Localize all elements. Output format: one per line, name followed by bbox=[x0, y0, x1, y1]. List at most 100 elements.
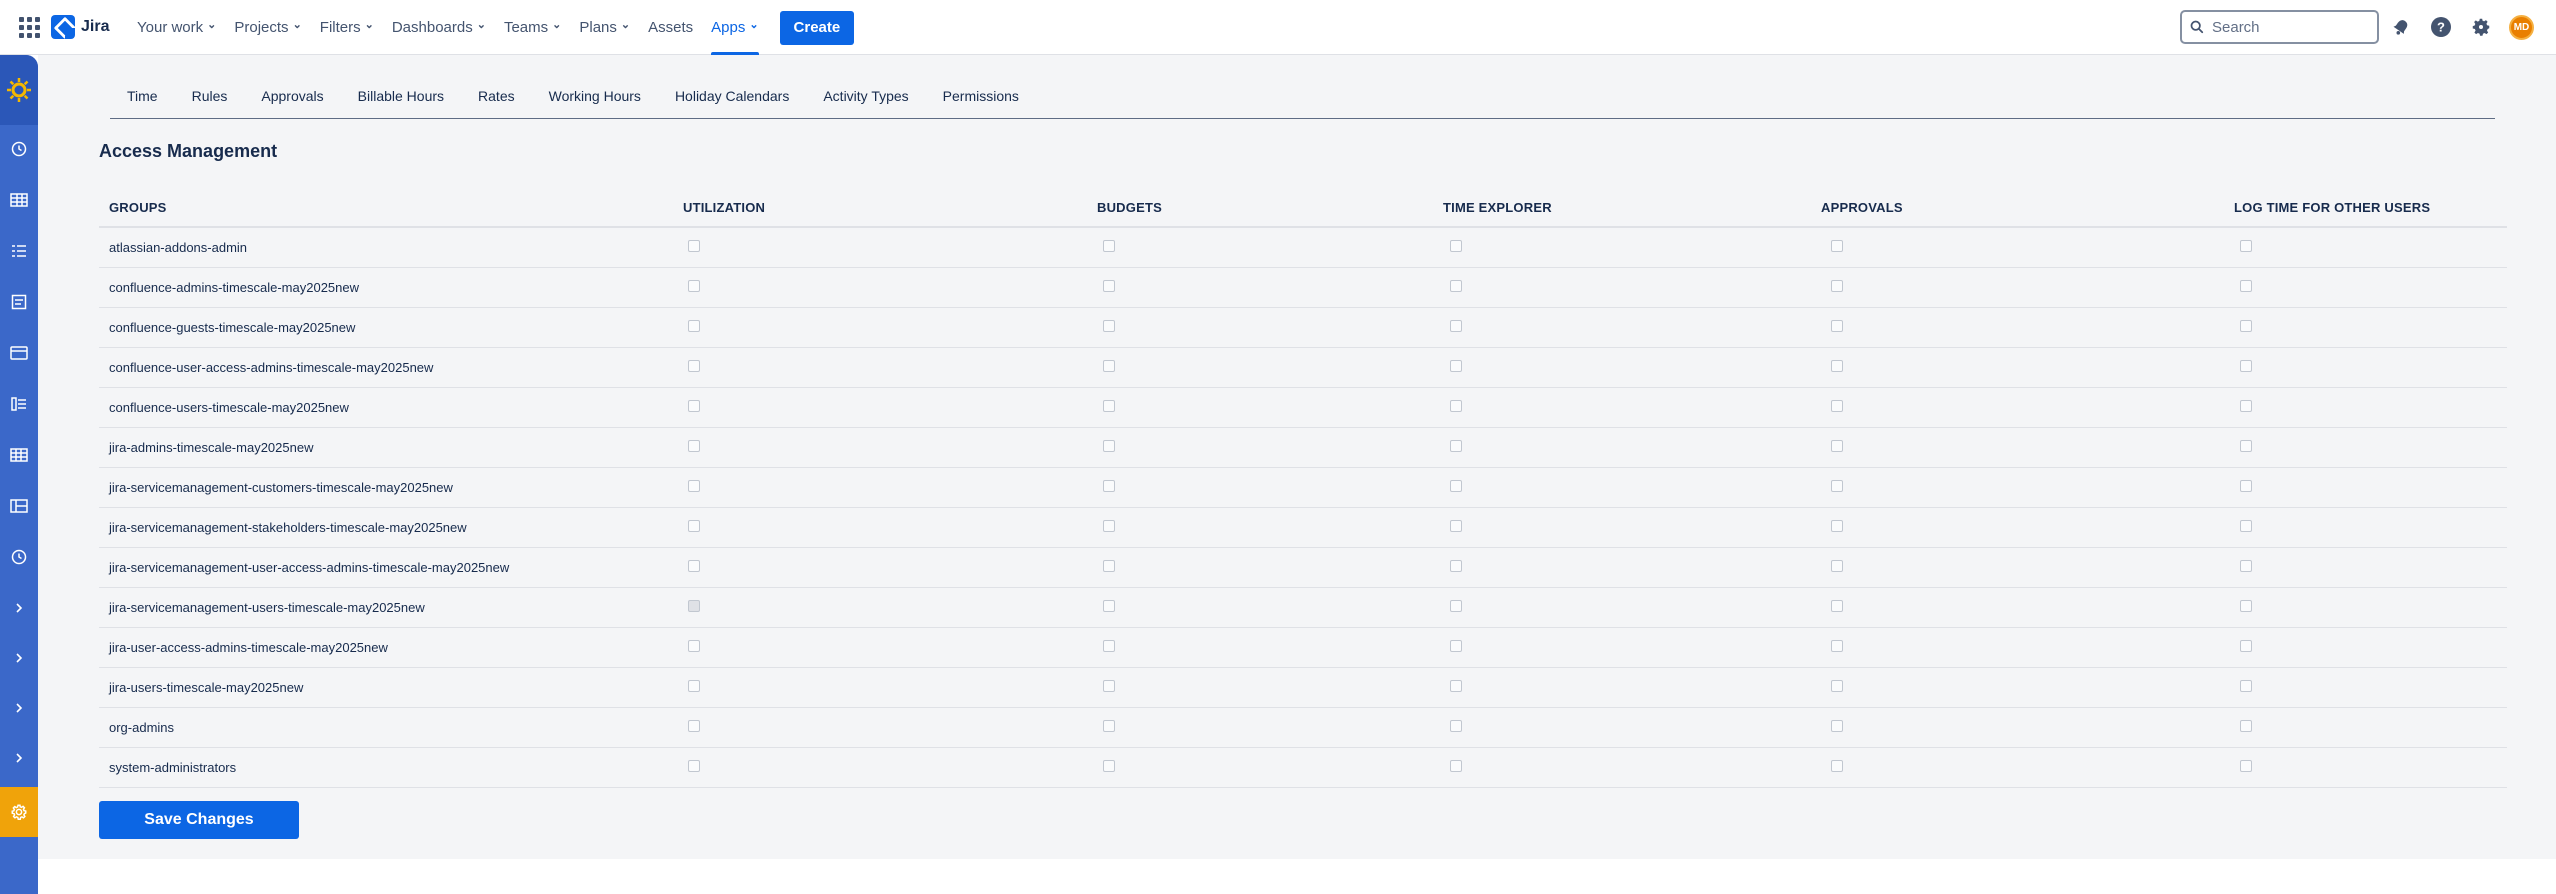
nav-item-plans[interactable]: Plans ⌄ bbox=[570, 0, 639, 55]
permission-checkbox[interactable] bbox=[1450, 599, 1462, 612]
app-settings-button[interactable] bbox=[0, 787, 38, 837]
report-icon[interactable] bbox=[0, 287, 38, 317]
expand-chevron-icon[interactable] bbox=[0, 693, 38, 723]
permission-checkbox[interactable] bbox=[2240, 359, 2252, 372]
permission-checkbox[interactable] bbox=[688, 719, 700, 732]
permission-checkbox[interactable] bbox=[1450, 639, 1462, 652]
nav-item-projects[interactable]: Projects ⌄ bbox=[225, 0, 310, 55]
permission-checkbox[interactable] bbox=[1450, 399, 1462, 412]
permission-checkbox[interactable] bbox=[688, 559, 700, 572]
layout-icon[interactable] bbox=[0, 491, 38, 521]
permission-checkbox[interactable] bbox=[1831, 679, 1843, 692]
list-detail-icon[interactable] bbox=[0, 389, 38, 419]
permission-checkbox[interactable] bbox=[1450, 759, 1462, 772]
expand-chevron-icon[interactable] bbox=[0, 593, 38, 623]
permission-checkbox[interactable] bbox=[1831, 279, 1843, 292]
permission-checkbox[interactable] bbox=[1831, 399, 1843, 412]
nav-item-filters[interactable]: Filters ⌄ bbox=[311, 0, 383, 55]
permission-checkbox[interactable] bbox=[688, 479, 700, 492]
permission-checkbox[interactable] bbox=[1103, 679, 1115, 692]
permission-checkbox[interactable] bbox=[1450, 679, 1462, 692]
permission-checkbox[interactable] bbox=[1103, 479, 1115, 492]
permission-checkbox[interactable] bbox=[2240, 519, 2252, 532]
permission-checkbox[interactable] bbox=[1831, 599, 1843, 612]
nav-item-assets[interactable]: Assets bbox=[639, 0, 702, 55]
settings-gear-icon[interactable] bbox=[2468, 14, 2494, 40]
permission-checkbox[interactable] bbox=[2240, 599, 2252, 612]
permission-checkbox[interactable] bbox=[1831, 319, 1843, 332]
permission-checkbox[interactable] bbox=[1450, 319, 1462, 332]
tab-permissions[interactable]: Permissions bbox=[926, 88, 1036, 104]
permission-checkbox[interactable] bbox=[2240, 479, 2252, 492]
permission-checkbox[interactable] bbox=[1103, 399, 1115, 412]
permission-checkbox[interactable] bbox=[688, 319, 700, 332]
permission-checkbox[interactable] bbox=[2240, 439, 2252, 452]
permission-checkbox[interactable] bbox=[1831, 479, 1843, 492]
expand-chevron-icon[interactable] bbox=[0, 643, 38, 673]
permission-checkbox[interactable] bbox=[1450, 239, 1462, 252]
permission-checkbox[interactable] bbox=[2240, 279, 2252, 292]
permission-checkbox[interactable] bbox=[2240, 719, 2252, 732]
permission-checkbox[interactable] bbox=[1450, 519, 1462, 532]
permission-checkbox[interactable] bbox=[2240, 559, 2252, 572]
list-icon[interactable] bbox=[0, 236, 38, 266]
tab-billable-hours[interactable]: Billable Hours bbox=[341, 88, 461, 104]
notifications-icon[interactable] bbox=[2388, 14, 2414, 40]
permission-checkbox[interactable] bbox=[688, 759, 700, 772]
tab-rules[interactable]: Rules bbox=[175, 88, 245, 104]
permission-checkbox[interactable] bbox=[1103, 319, 1115, 332]
permission-checkbox[interactable] bbox=[1450, 279, 1462, 292]
expand-chevron-icon[interactable] bbox=[0, 743, 38, 773]
nav-item-dashboards[interactable]: Dashboards ⌄ bbox=[383, 0, 495, 55]
permission-checkbox[interactable] bbox=[2240, 759, 2252, 772]
permission-checkbox[interactable] bbox=[688, 439, 700, 452]
clock-icon[interactable] bbox=[0, 134, 38, 164]
permission-checkbox[interactable] bbox=[1103, 559, 1115, 572]
permission-checkbox[interactable] bbox=[1450, 439, 1462, 452]
tab-rates[interactable]: Rates bbox=[461, 88, 532, 104]
app-switcher-icon[interactable] bbox=[17, 15, 41, 39]
permission-checkbox[interactable] bbox=[1450, 479, 1462, 492]
permission-checkbox[interactable] bbox=[1831, 439, 1843, 452]
timer-icon[interactable] bbox=[0, 542, 38, 572]
permission-checkbox[interactable] bbox=[1103, 359, 1115, 372]
permission-checkbox[interactable] bbox=[1450, 359, 1462, 372]
permission-checkbox[interactable] bbox=[688, 639, 700, 652]
permission-checkbox[interactable] bbox=[688, 519, 700, 532]
permission-checkbox[interactable] bbox=[1103, 519, 1115, 532]
help-icon[interactable]: ? bbox=[2428, 14, 2454, 40]
permission-checkbox[interactable] bbox=[688, 679, 700, 692]
search-box[interactable] bbox=[2180, 10, 2379, 44]
permission-checkbox[interactable] bbox=[1450, 559, 1462, 572]
permission-checkbox[interactable] bbox=[1831, 239, 1843, 252]
permission-checkbox[interactable] bbox=[688, 239, 700, 252]
grid-table-icon[interactable] bbox=[0, 185, 38, 215]
tab-activity-types[interactable]: Activity Types bbox=[806, 88, 925, 104]
permission-checkbox[interactable] bbox=[2240, 239, 2252, 252]
tab-approvals[interactable]: Approvals bbox=[244, 88, 340, 104]
permission-checkbox[interactable] bbox=[1103, 239, 1115, 252]
permission-checkbox[interactable] bbox=[688, 359, 700, 372]
tab-holiday-calendars[interactable]: Holiday Calendars bbox=[658, 88, 806, 104]
permission-checkbox[interactable] bbox=[2240, 399, 2252, 412]
card-icon[interactable] bbox=[0, 338, 38, 368]
permission-checkbox[interactable] bbox=[1103, 439, 1115, 452]
permission-checkbox[interactable] bbox=[1831, 359, 1843, 372]
create-button[interactable]: Create bbox=[779, 10, 855, 45]
permission-checkbox[interactable] bbox=[1103, 599, 1115, 612]
user-avatar[interactable]: MD bbox=[2509, 15, 2534, 40]
permission-checkbox[interactable] bbox=[1831, 639, 1843, 652]
permission-checkbox[interactable] bbox=[2240, 319, 2252, 332]
permission-checkbox[interactable] bbox=[688, 279, 700, 292]
tab-working-hours[interactable]: Working Hours bbox=[532, 88, 658, 104]
permission-checkbox[interactable] bbox=[1450, 719, 1462, 732]
tab-time[interactable]: Time bbox=[110, 88, 175, 104]
permission-checkbox[interactable] bbox=[1103, 759, 1115, 772]
permission-checkbox[interactable] bbox=[1831, 759, 1843, 772]
sidebar-app-logo[interactable] bbox=[0, 55, 38, 125]
jira-logo[interactable]: Jira bbox=[51, 15, 109, 39]
permission-checkbox[interactable] bbox=[1831, 559, 1843, 572]
nav-item-your-work[interactable]: Your work ⌄ bbox=[128, 0, 225, 55]
permission-checkbox[interactable] bbox=[1103, 719, 1115, 732]
permission-checkbox[interactable] bbox=[1831, 719, 1843, 732]
